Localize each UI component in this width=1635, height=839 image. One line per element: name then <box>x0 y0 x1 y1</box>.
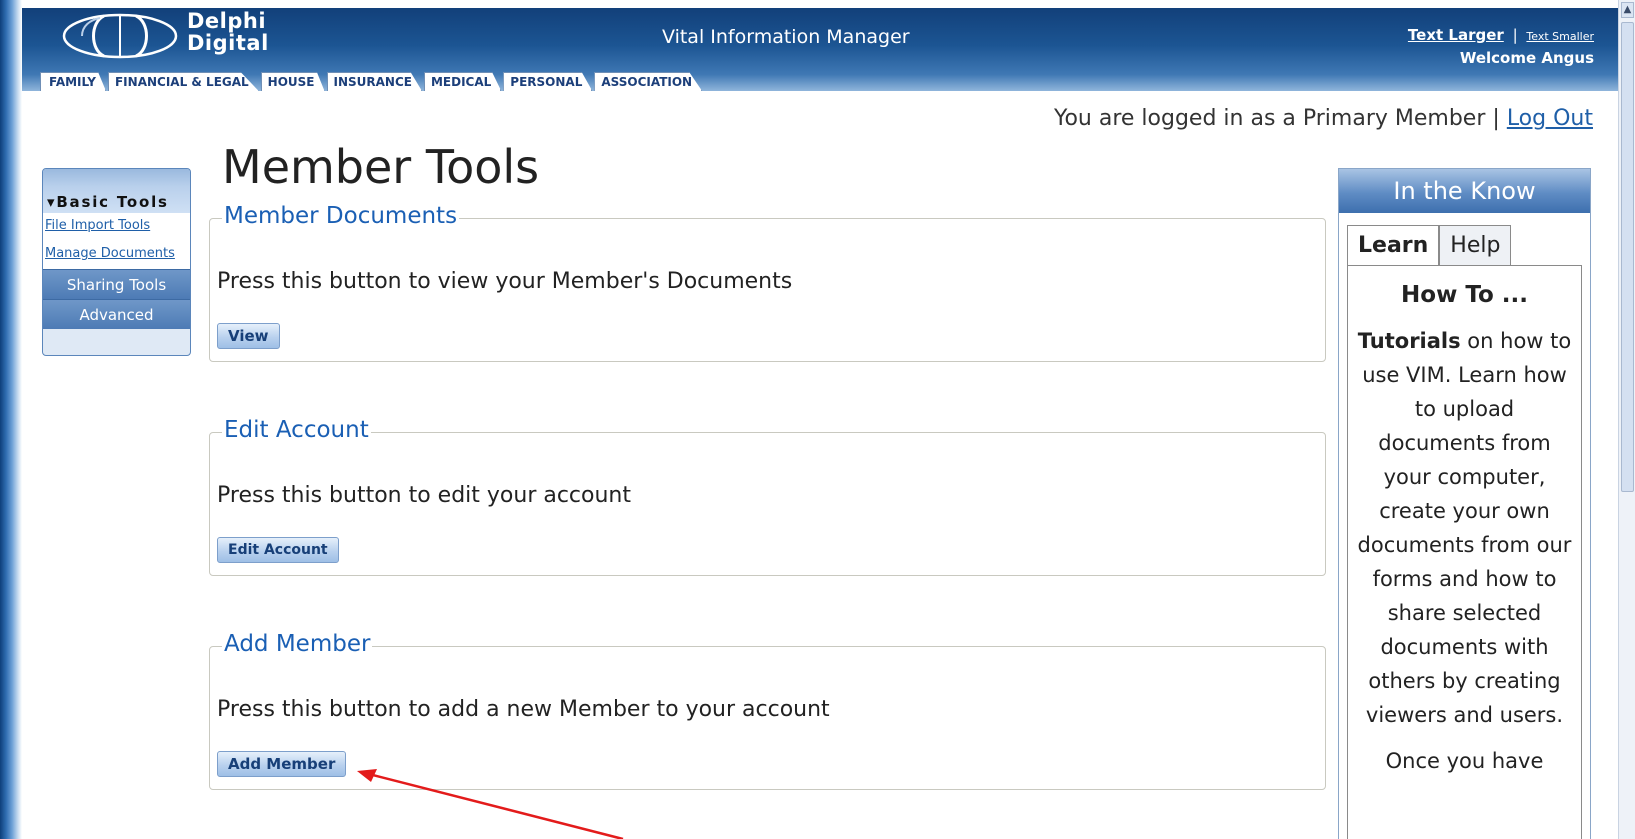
logo-line1: Delphi <box>187 9 267 33</box>
sidebar-item-manage-documents[interactable]: Manage Documents <box>43 241 190 269</box>
welcome-message: Welcome Angus <box>1459 49 1594 67</box>
once-you-have-text: Once you have <box>1385 749 1544 773</box>
scrollbar-thumb[interactable] <box>1621 22 1634 492</box>
vertical-scrollbar[interactable]: ▲ <box>1618 0 1635 839</box>
tutorials-label[interactable]: Tutorials <box>1358 329 1461 353</box>
window-left-edge <box>0 0 22 839</box>
page-title: Member Tools <box>222 140 540 194</box>
in-the-know-panel: In the Know Learn Help How To ... Tutori… <box>1338 168 1591 839</box>
tab-insurance[interactable]: INSURANCE <box>326 72 422 91</box>
sidebar-item-file-import-tools[interactable]: File Import Tools <box>43 213 190 241</box>
in-the-know-title: In the Know <box>1339 169 1590 213</box>
text-size-controls: Text Larger | Text Smaller <box>1408 26 1594 44</box>
tutorials-text: on how to use VIM. Learn how to upload d… <box>1357 329 1572 727</box>
tab-association[interactable]: ASSOCIATION <box>594 72 703 91</box>
login-separator: | <box>1492 106 1500 131</box>
site-header: Delphi Digital Vital Information Manager… <box>22 8 1618 91</box>
basic-tools-header[interactable]: ▾Basic Tools <box>43 169 190 213</box>
basic-tools-label: ▾Basic Tools <box>47 193 169 211</box>
edit-account-panel: Edit Account Press this button to edit y… <box>209 417 1326 576</box>
tutorials-paragraph: Tutorials on how to use VIM. Learn how t… <box>1356 324 1573 732</box>
in-the-know-tabs: Learn Help <box>1347 225 1512 265</box>
tab-medical[interactable]: MEDICAL <box>423 72 502 91</box>
red-arrow-annotation <box>357 769 624 839</box>
text-larger-link[interactable]: Text Larger <box>1408 26 1504 44</box>
main-nav-tabs: FAMILY FINANCIAL & LEGAL HOUSE INSURANCE… <box>40 72 704 91</box>
tab-help[interactable]: Help <box>1439 225 1512 265</box>
text-size-separator: | <box>1512 26 1518 44</box>
logo-line2: Digital <box>187 31 269 55</box>
logo-wordmark: Delphi Digital <box>187 10 269 54</box>
panel-description: Press this button to edit your account <box>217 483 632 508</box>
tab-family[interactable]: FAMILY <box>40 72 106 91</box>
scroll-up-icon[interactable]: ▲ <box>1621 2 1634 18</box>
edit-account-button[interactable]: Edit Account <box>217 537 339 563</box>
member-documents-panel: Member Documents Press this button to vi… <box>209 203 1326 362</box>
panel-legend: Member Documents <box>222 203 460 229</box>
sidebar-section-sharing-tools[interactable]: Sharing Tools <box>43 269 190 299</box>
logout-link[interactable]: Log Out <box>1507 106 1593 131</box>
add-member-button[interactable]: Add Member <box>217 751 347 777</box>
left-sidebar: ▾Basic Tools File Import Tools Manage Do… <box>42 168 191 356</box>
panel-description: Press this button to view your Member's … <box>217 269 793 294</box>
text-smaller-link[interactable]: Text Smaller <box>1526 30 1594 43</box>
how-to-heading: How To ... <box>1401 282 1528 308</box>
delphi-logo-icon <box>62 13 178 59</box>
login-status-text: You are logged in as a Primary Member <box>1053 106 1486 131</box>
tab-learn[interactable]: Learn <box>1347 225 1440 265</box>
tab-financial-legal[interactable]: FINANCIAL & LEGAL <box>107 72 259 91</box>
panel-description: Press this button to add a new Member to… <box>217 697 830 722</box>
tab-house[interactable]: HOUSE <box>260 72 325 91</box>
panel-legend: Add Member <box>222 631 373 657</box>
sidebar-section-advanced[interactable]: Advanced <box>43 299 190 329</box>
panel-legend: Edit Account <box>222 417 371 443</box>
app-title: Vital Information Manager <box>662 26 910 48</box>
view-button[interactable]: View <box>217 323 280 349</box>
tab-personal[interactable]: PERSONAL <box>503 72 593 91</box>
learn-content: How To ... Tutorials on how to use VIM. … <box>1347 265 1582 839</box>
login-status: You are logged in as a Primary Member | … <box>1054 106 1593 131</box>
